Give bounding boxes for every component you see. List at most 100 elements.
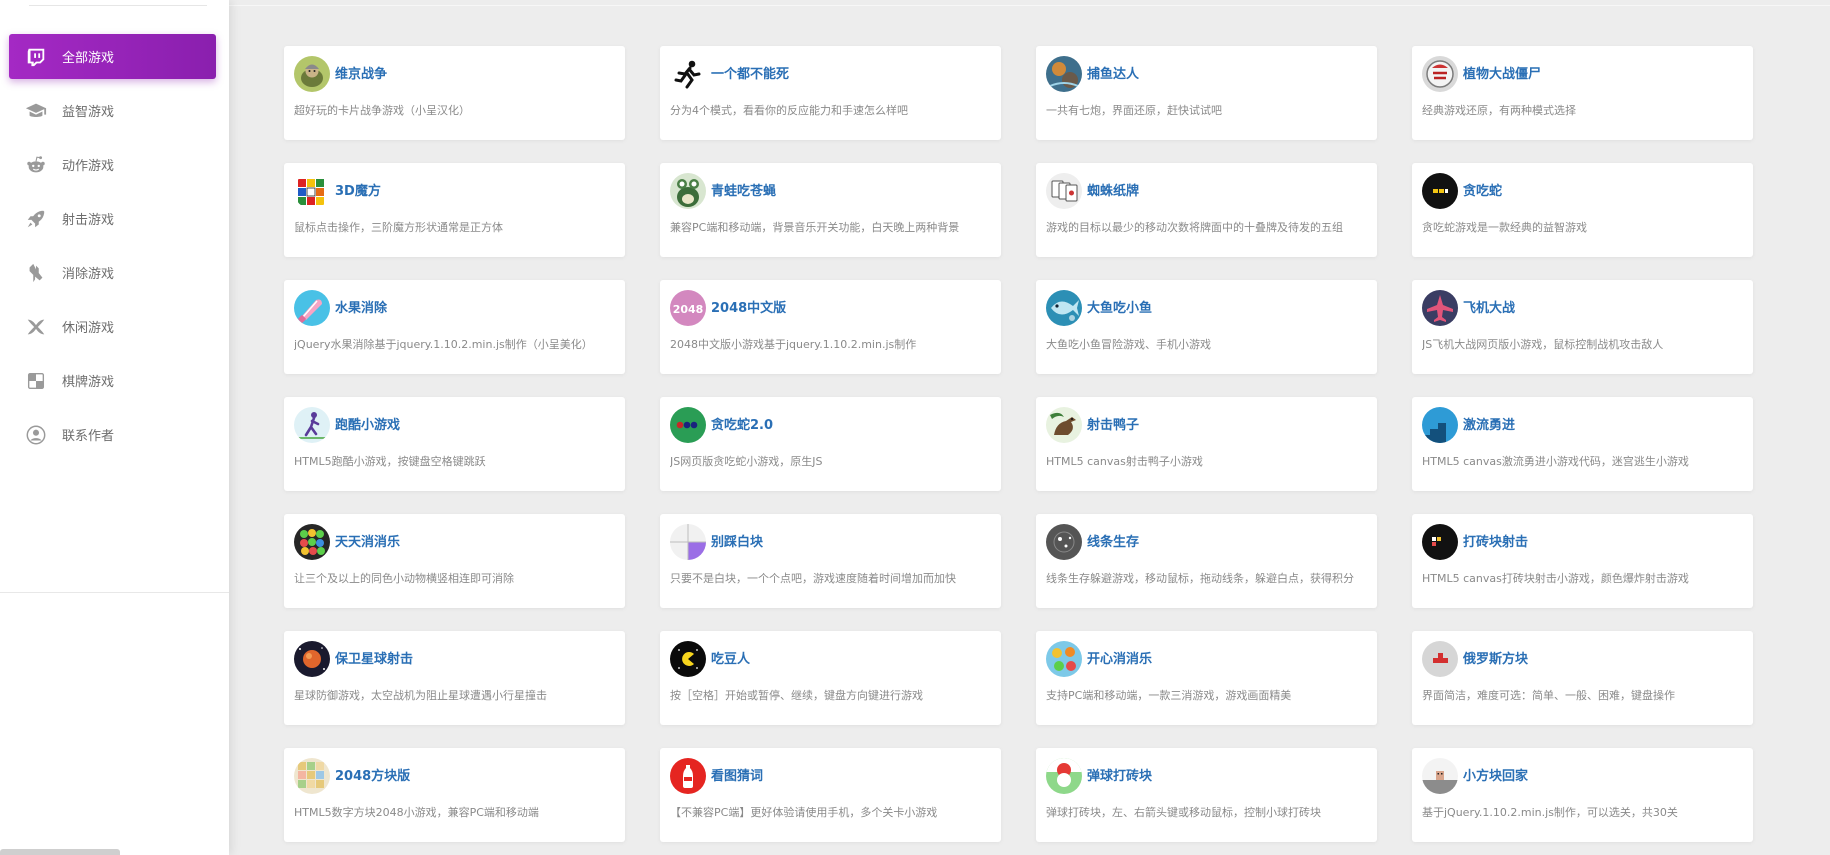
game-card[interactable]: 打砖块射击 HTML5 canvas打砖块射击小游戏，颜色爆炸射击游戏	[1412, 514, 1753, 608]
game-card[interactable]: 青蛙吃苍蝇 兼容PC端和移动端，背景音乐开关功能，白天晚上两种背景	[660, 163, 1001, 257]
game-title[interactable]: 3D魔方	[335, 180, 381, 199]
game-title[interactable]: 线条生存	[1087, 531, 1139, 550]
game-title[interactable]: 射击鸭子	[1087, 414, 1139, 433]
twitch-icon	[25, 46, 47, 68]
game-title[interactable]: 激流勇进	[1463, 414, 1515, 433]
game-title[interactable]: 2048方块版	[335, 765, 410, 784]
sidebar-item-label: 消除游戏	[62, 267, 115, 282]
game-title[interactable]: 开心消消乐	[1087, 648, 1152, 667]
game-title[interactable]: 植物大战僵尸	[1463, 63, 1541, 82]
fruit-icon	[294, 290, 330, 326]
game-card[interactable]: 别踩白块 只要不是白块，一个个点吧，游戏速度随着时间增加而加快	[660, 514, 1001, 608]
game-title[interactable]: 保卫星球射击	[335, 648, 413, 667]
game-card[interactable]: 植物大战僵尸 经典游戏还原，有两种模式选择	[1412, 46, 1753, 140]
game-desc: 弹球打砖块，左、右箭头键或移动鼠标，控制小球打砖块	[1046, 806, 1321, 819]
game-title[interactable]: 贪吃蛇2.0	[711, 414, 773, 433]
game-title[interactable]: 别踩白块	[711, 531, 763, 550]
game-desc: 一共有七炮，界面还原，赶快试试吧	[1046, 104, 1222, 117]
game-card[interactable]: 保卫星球射击 星球防御游戏，太空战机为阻止星球遭遇小行星撞击	[284, 631, 625, 725]
game-desc: 贪吃蛇游戏是一款经典的益智游戏	[1422, 221, 1587, 234]
popcap-icon	[1422, 56, 1458, 92]
game-card[interactable]: 弹球打砖块 弹球打砖块，左、右箭头键或移动鼠标，控制小球打砖块	[1036, 748, 1377, 842]
game-title[interactable]: 看图猜词	[711, 765, 763, 784]
game-card[interactable]: 贪吃蛇 贪吃蛇游戏是一款经典的益智游戏	[1412, 163, 1753, 257]
sidebar-item-match[interactable]: 消除游戏	[9, 250, 216, 295]
sidebar-bottom-divider	[0, 592, 229, 593]
game-card[interactable]: 2048方块版 HTML5数字方块2048小游戏，兼容PC端和移动端	[284, 748, 625, 842]
game-title[interactable]: 跑酷小游戏	[335, 414, 400, 433]
game-title[interactable]: 捕鱼达人	[1087, 63, 1139, 82]
game-card[interactable]: 贪吃蛇2.0 JS网页版贪吃蛇小游戏，原生JS	[660, 397, 1001, 491]
sidebar-item-label: 休闲游戏	[62, 321, 115, 336]
game-title[interactable]: 水果消除	[335, 297, 387, 316]
big-fish-icon	[1046, 290, 1082, 326]
game-title[interactable]: 大鱼吃小鱼	[1087, 297, 1152, 316]
sidebar-item-casual[interactable]: 休闲游戏	[9, 304, 216, 349]
game-grid: 维京战争 超好玩的卡片战争游戏（小呈汉化） 一个都不能死 分为4个模式，看看你的…	[284, 46, 1753, 842]
game-title[interactable]: 青蛙吃苍蝇	[711, 180, 776, 199]
game-title[interactable]: 天天消消乐	[335, 531, 400, 550]
game-desc: 分为4个模式，看看你的反应能力和手速怎么样吧	[670, 104, 908, 117]
game-card[interactable]: 飞机大战 JS飞机大战网页版小游戏，鼠标控制战机攻击敌人	[1412, 280, 1753, 374]
sidebar-item-label: 联系作者	[62, 429, 115, 444]
game-desc: JS飞机大战网页版小游戏，鼠标控制战机攻击敌人	[1422, 338, 1664, 351]
game-card[interactable]: 3D魔方 鼠标点击操作，三阶魔方形状通常是正方体	[284, 163, 625, 257]
game-desc: 2048中文版小游戏基于jquery.1.10.2.min.js制作	[670, 338, 917, 351]
game-card[interactable]: 2048 2048中文版 2048中文版小游戏基于jquery.1.10.2.m…	[660, 280, 1001, 374]
game-desc: 经典游戏还原，有两种模式选择	[1422, 104, 1576, 117]
graduation-cap-icon	[25, 100, 47, 122]
game-card[interactable]: 一个都不能死 分为4个模式，看看你的反应能力和手速怎么样吧	[660, 46, 1001, 140]
sidebar-item-contact[interactable]: 联系作者	[9, 412, 216, 457]
game-card[interactable]: 捕鱼达人 一共有七炮，界面还原，赶快试试吧	[1036, 46, 1377, 140]
frog-icon	[670, 173, 706, 209]
sidebar-item-board[interactable]: 棋牌游戏	[9, 358, 216, 403]
fishing-icon	[1046, 56, 1082, 92]
game-desc: jQuery水果消除基于jquery.1.10.2.min.js制作（小呈美化）	[294, 338, 593, 351]
game-card[interactable]: 线条生存 线条生存躲避游戏，移动鼠标，拖动线条，躲避白点，获得积分	[1036, 514, 1377, 608]
game-title[interactable]: 蜘蛛纸牌	[1087, 180, 1139, 199]
game-title[interactable]: 俄罗斯方块	[1463, 648, 1528, 667]
game-card[interactable]: 蜘蛛纸牌 游戏的目标以最少的移动次数将牌面中的十叠牌及待发的五组	[1036, 163, 1377, 257]
game-card[interactable]: 维京战争 超好玩的卡片战争游戏（小呈汉化）	[284, 46, 625, 140]
tetris-icon	[1422, 641, 1458, 677]
white-tiles-icon	[670, 524, 706, 560]
game-desc: 游戏的目标以最少的移动次数将牌面中的十叠牌及待发的五组	[1046, 221, 1343, 234]
game-desc: 大鱼吃小鱼冒险游戏、手机小游戏	[1046, 338, 1211, 351]
parkour-icon	[294, 407, 330, 443]
game-card[interactable]: 吃豆人 按［空格］开始或暂停、继续，键盘方向键进行游戏	[660, 631, 1001, 725]
game-title[interactable]: 打砖块射击	[1463, 531, 1528, 550]
game-card[interactable]: 水果消除 jQuery水果消除基于jquery.1.10.2.min.js制作（…	[284, 280, 625, 374]
main-top-divider	[229, 5, 1830, 6]
game-title[interactable]: 弹球打砖块	[1087, 765, 1152, 784]
sidebar-item-puzzle[interactable]: 益智游戏	[9, 88, 216, 133]
game-card[interactable]: 射击鸭子 HTML5 canvas射击鸭子小游戏	[1036, 397, 1377, 491]
sidebar-item-action[interactable]: 动作游戏	[9, 142, 216, 187]
game-card[interactable]: 开心消消乐 支持PC端和移动端，一款三消游戏，游戏画面精美	[1036, 631, 1377, 725]
horizontal-scrollbar[interactable]	[0, 849, 120, 855]
sidebar-item-shooting[interactable]: 射击游戏	[9, 196, 216, 241]
game-title[interactable]: 飞机大战	[1463, 297, 1515, 316]
game-desc: HTML5 canvas射击鸭子小游戏	[1046, 455, 1203, 468]
game-desc: 界面简洁，难度可选：简单、一般、困难，键盘操作	[1422, 689, 1675, 702]
game-title[interactable]: 2048中文版	[711, 297, 786, 316]
game-card[interactable]: 跑酷小游戏 HTML5跑酷小游戏，按键盘空格键跳跃	[284, 397, 625, 491]
game-card[interactable]: 俄罗斯方块 界面简洁，难度可选：简单、一般、困难，键盘操作	[1412, 631, 1753, 725]
rubiks-cube-icon	[294, 173, 330, 209]
game-title[interactable]: 吃豆人	[711, 648, 750, 667]
game-card[interactable]: 大鱼吃小鱼 大鱼吃小鱼冒险游戏、手机小游戏	[1036, 280, 1377, 374]
game-title[interactable]: 小方块回家	[1463, 765, 1528, 784]
game-desc: 线条生存躲避游戏，移动鼠标，拖动线条，躲避白点，获得积分	[1046, 572, 1354, 585]
game-title[interactable]: 贪吃蛇	[1463, 180, 1502, 199]
game-title[interactable]: 维京战争	[335, 63, 387, 82]
game-card[interactable]: 看图猜词 【不兼容PC端】更好体验请使用手机，多个关卡小游戏	[660, 748, 1001, 842]
game-card[interactable]: 小方块回家 基于jQuery.1.10.2.min.js制作，可以选关，共30关	[1412, 748, 1753, 842]
game-desc: 星球防御游戏，太空战机为阻止星球遭遇小行星撞击	[294, 689, 547, 702]
game-card[interactable]: 激流勇进 HTML5 canvas激流勇进小游戏代码，迷宫逃生小游戏	[1412, 397, 1753, 491]
game-card[interactable]: 天天消消乐 让三个及以上的同色小动物横竖相连即可消除	[284, 514, 625, 608]
reddit-icon	[25, 154, 47, 176]
game-desc: 【不兼容PC端】更好体验请使用手机，多个关卡小游戏	[670, 806, 938, 819]
pinball-icon	[1046, 758, 1082, 794]
game-title[interactable]: 一个都不能死	[711, 63, 789, 82]
game-desc: 基于jQuery.1.10.2.min.js制作，可以选关，共30关	[1422, 806, 1678, 819]
sidebar-item-all-games[interactable]: 全部游戏	[9, 34, 216, 79]
